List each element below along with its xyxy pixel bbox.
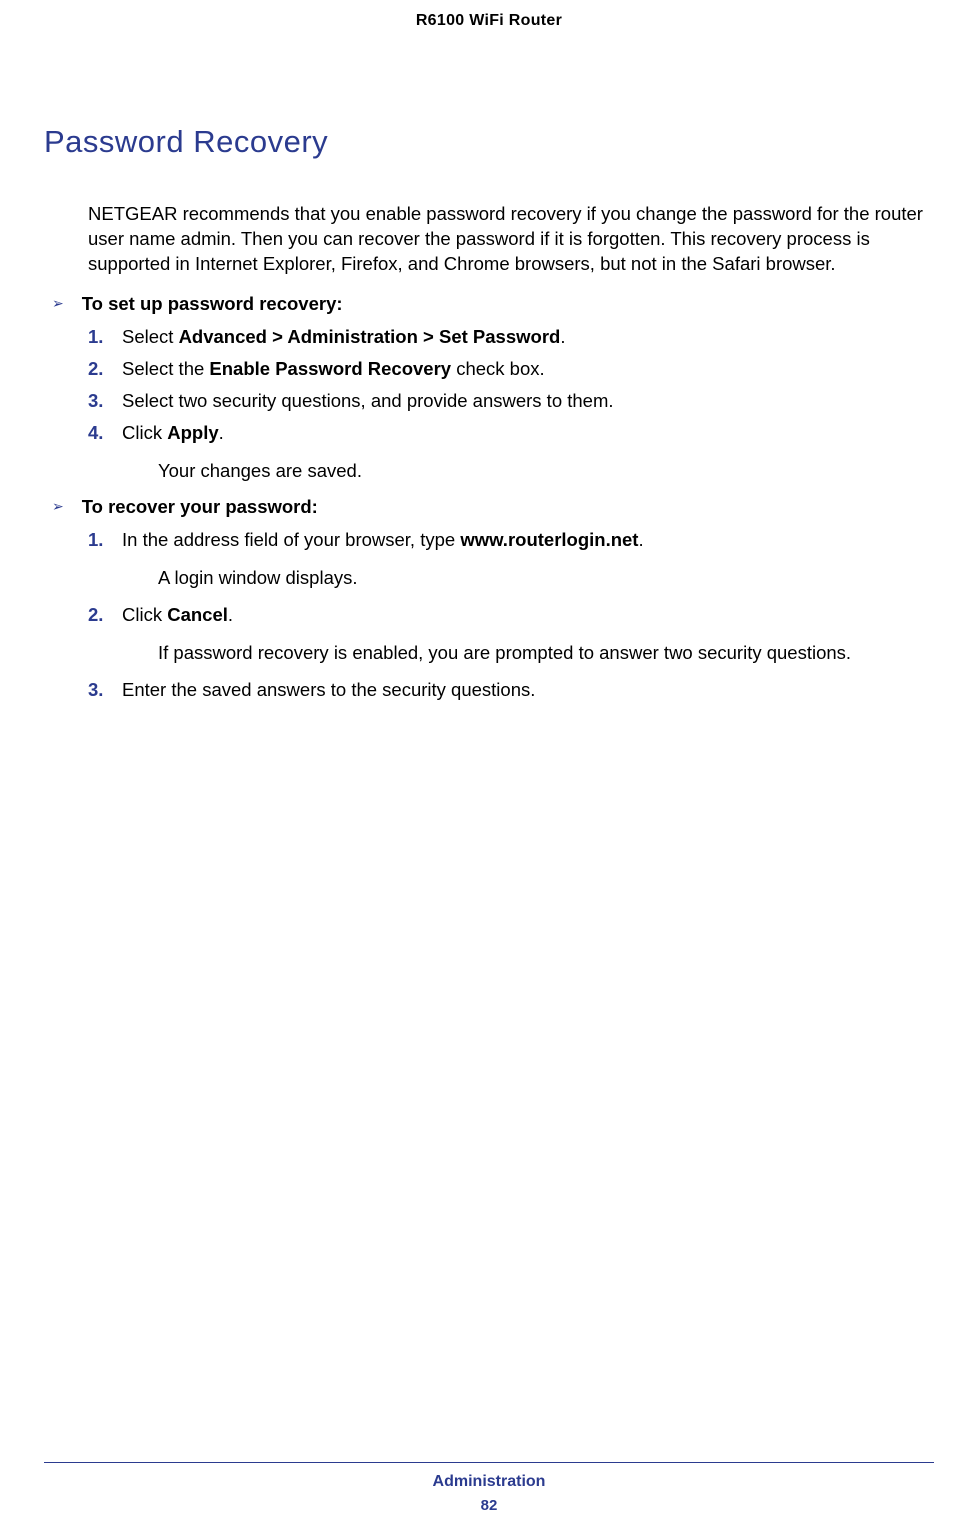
step-text-pre: Click [122, 422, 167, 443]
step-item: 3. Enter the saved answers to the securi… [88, 678, 934, 703]
step-item: 4. Click Apply. [88, 421, 934, 446]
content-area: Password Recovery NETGEAR recommends tha… [0, 30, 978, 703]
step-list: 1. Select Advanced > Administration > Se… [88, 325, 934, 482]
step-text-pre: Click [122, 604, 167, 625]
procedure-title: To set up password recovery: [82, 293, 343, 315]
step-text: Click Cancel. [122, 603, 934, 628]
step-number: 4. [88, 421, 122, 446]
page-footer: Administration 82 [0, 1462, 978, 1514]
step-text-bold: Advanced > Administration > Set Password [179, 326, 561, 347]
step-text-pre: Select [122, 326, 179, 347]
step-text: Enter the saved answers to the security … [122, 678, 934, 703]
step-text: Select two security questions, and provi… [122, 389, 934, 414]
step-subtext: If password recovery is enabled, you are… [158, 642, 934, 664]
step-number: 3. [88, 678, 122, 703]
step-item: 3. Select two security questions, and pr… [88, 389, 934, 414]
footer-divider [44, 1462, 934, 1463]
procedure-setup: ➢ To set up password recovery: 1. Select… [52, 293, 934, 482]
step-subtext: Your changes are saved. [158, 460, 934, 482]
step-number: 3. [88, 389, 122, 414]
triangle-bullet-icon: ➢ [52, 498, 64, 515]
step-text-pre: Select the [122, 358, 209, 379]
step-text-post: . [228, 604, 233, 625]
step-number: 1. [88, 325, 122, 350]
step-list: 1. In the address field of your browser,… [88, 528, 934, 703]
procedure-title: To recover your password: [82, 496, 318, 518]
step-text: Click Apply. [122, 421, 934, 446]
step-text-post: . [219, 422, 224, 443]
step-text-bold: www.routerlogin.net [460, 529, 638, 550]
step-item: 1. Select Advanced > Administration > Se… [88, 325, 934, 350]
intro-paragraph: NETGEAR recommends that you enable passw… [88, 202, 934, 277]
header-title: R6100 WiFi Router [0, 0, 978, 30]
section-title: Password Recovery [44, 124, 934, 160]
step-text-post: . [560, 326, 565, 347]
page-number: 82 [0, 1497, 978, 1514]
procedure-heading: ➢ To set up password recovery: [52, 293, 934, 315]
procedure-heading: ➢ To recover your password: [52, 496, 934, 518]
step-text-bold: Apply [167, 422, 218, 443]
footer-section-name: Administration [0, 1473, 978, 1491]
step-text-post: . [638, 529, 643, 550]
step-text: In the address field of your browser, ty… [122, 528, 934, 553]
step-number: 2. [88, 357, 122, 382]
step-text-pre: In the address field of your browser, ty… [122, 529, 460, 550]
procedure-recover: ➢ To recover your password: 1. In the ad… [52, 496, 934, 703]
step-item: 2. Click Cancel. [88, 603, 934, 628]
step-subtext: A login window displays. [158, 567, 934, 589]
step-text-post: check box. [451, 358, 545, 379]
step-text-bold: Cancel [167, 604, 228, 625]
step-number: 1. [88, 528, 122, 553]
step-number: 2. [88, 603, 122, 628]
step-item: 2. Select the Enable Password Recovery c… [88, 357, 934, 382]
step-item: 1. In the address field of your browser,… [88, 528, 934, 553]
triangle-bullet-icon: ➢ [52, 295, 64, 312]
step-text: Select Advanced > Administration > Set P… [122, 325, 934, 350]
step-text: Select the Enable Password Recovery chec… [122, 357, 934, 382]
step-text-bold: Enable Password Recovery [209, 358, 451, 379]
